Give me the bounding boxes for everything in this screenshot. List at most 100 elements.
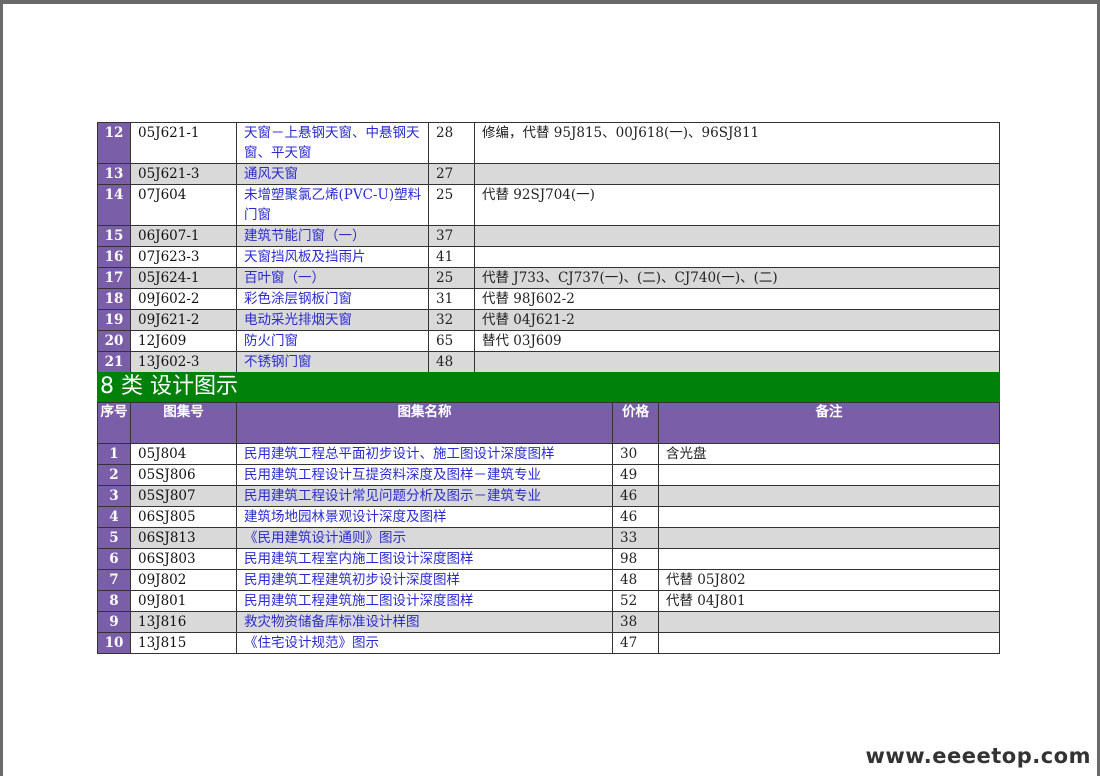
price: 37 [428,225,475,247]
table-row: 14 07J604 未增塑聚氯乙烯(PVC-U)塑料门窗 25 代替 92SJ704(一… [97,184,1000,226]
remark [658,464,1000,486]
header-remark: 备注 [658,402,1000,444]
row-number: 9 [97,611,131,633]
price: 28 [428,122,475,164]
table-row: 15 06J607-1 建筑节能门窗（一） 37 [97,225,1000,247]
price: 65 [428,330,475,352]
atlas-code: 13J816 [130,611,237,633]
remark [658,527,1000,549]
atlas-name: 民用建筑工程室内施工图设计深度图样 [236,548,613,570]
table-row: 16 07J623-3 天窗挡风板及挡雨片 41 [97,246,1000,268]
row-number: 16 [97,246,131,268]
remark: 修编，代替 95J815、00J618(一)、96SJ811 [474,122,1000,164]
row-number: 18 [97,288,131,310]
table-row: 12 05J621-1 天窗－上悬钢天窗、中悬钢天窗、平天窗 28 修编，代替 95J8… [97,122,1000,164]
table-row: 10 13J815 《住宅设计规范》图示 47 [97,632,1000,654]
atlas-code: 06J607-1 [130,225,237,247]
row-number: 12 [97,122,131,164]
atlas-code: 05SJ806 [130,464,237,486]
header-no: 序号 [97,402,131,444]
atlas-name: 彩色涂层钢板门窗 [236,288,429,310]
price: 25 [428,267,475,289]
price: 52 [612,590,659,612]
price: 48 [428,351,475,373]
atlas-code: 05SJ807 [130,485,237,507]
remark: 代替 J733、CJ737(一)、(二)、CJ740(一)、(二) [474,267,1000,289]
atlas-code: 09J802 [130,569,237,591]
price: 27 [428,163,475,185]
header-name: 图集名称 [236,402,613,444]
row-number: 4 [97,506,131,528]
remark [658,611,1000,633]
table-row: 18 09J602-2 彩色涂层钢板门窗 31 代替 98J602-2 [97,288,1000,310]
price: 41 [428,246,475,268]
atlas-name: 防火门窗 [236,330,429,352]
atlas-name: 通风天窗 [236,163,429,185]
remark [658,506,1000,528]
atlas-name: 建筑节能门窗（一） [236,225,429,247]
price: 30 [612,443,659,465]
atlas-name: 天窗－上悬钢天窗、中悬钢天窗、平天窗 [236,122,429,164]
remark: 代替 04J801 [658,590,1000,612]
atlas-name: 不锈钢门窗 [236,351,429,373]
atlas-name: 建筑场地园林景观设计深度及图样 [236,506,613,528]
table-row: 2 05SJ806 民用建筑工程设计互提资料深度及图样－建筑专业 49 [97,464,1000,486]
row-number: 1 [97,443,131,465]
table-row: 8 09J801 民用建筑工程建筑施工图设计深度图样 52 代替 04J801 [97,590,1000,612]
row-number: 14 [97,184,131,226]
table-row: 9 13J816 救灾物资储备库标准设计样图 38 [97,611,1000,633]
remark [474,351,1000,373]
atlas-code: 13J602-3 [130,351,237,373]
row-number: 6 [97,548,131,570]
atlas-name: 电动采光排烟天窗 [236,309,429,331]
remark [474,225,1000,247]
atlas-code: 13J815 [130,632,237,654]
catalog-table-windows: 12 05J621-1 天窗－上悬钢天窗、中悬钢天窗、平天窗 28 修编，代替 95J8… [97,122,1000,373]
remark: 代替 05J802 [658,569,1000,591]
row-number: 17 [97,267,131,289]
table-row: 21 13J602-3 不锈钢门窗 48 [97,351,1000,373]
atlas-code: 07J604 [130,184,237,226]
price: 31 [428,288,475,310]
table-row: 4 06SJ805 建筑场地园林景观设计深度及图样 46 [97,506,1000,528]
row-number: 13 [97,163,131,185]
remark [474,163,1000,185]
remark: 代替 04J621-2 [474,309,1000,331]
atlas-code: 06SJ803 [130,548,237,570]
atlas-name: 民用建筑工程设计互提资料深度及图样－建筑专业 [236,464,613,486]
remark: 代替 98J602-2 [474,288,1000,310]
price: 33 [612,527,659,549]
row-number: 10 [97,632,131,654]
remark: 代替 92SJ704(一) [474,184,1000,226]
atlas-name: 救灾物资储备库标准设计样图 [236,611,613,633]
header-price: 价格 [612,402,659,444]
atlas-code: 12J609 [130,330,237,352]
price: 46 [612,506,659,528]
atlas-code: 09J801 [130,590,237,612]
table-row: 20 12J609 防火门窗 65 替代 03J609 [97,330,1000,352]
row-number: 5 [97,527,131,549]
atlas-code: 05J624-1 [130,267,237,289]
table-row: 17 05J624-1 百叶窗（一） 25 代替 J733、CJ737(一)、(二)、C… [97,267,1000,289]
price: 49 [612,464,659,486]
table-row: 7 09J802 民用建筑工程建筑初步设计深度图样 48 代替 05J802 [97,569,1000,591]
row-number: 15 [97,225,131,247]
table-row: 5 06SJ813 《民用建筑设计通则》图示 33 [97,527,1000,549]
atlas-code: 05J804 [130,443,237,465]
atlas-name: 天窗挡风板及挡雨片 [236,246,429,268]
table-row: 6 06SJ803 民用建筑工程室内施工图设计深度图样 98 [97,548,1000,570]
atlas-name: 民用建筑工程设计常见问题分析及图示－建筑专业 [236,485,613,507]
atlas-code: 05J621-1 [130,122,237,164]
row-number: 7 [97,569,131,591]
atlas-code: 07J623-3 [130,246,237,268]
atlas-code: 05J621-3 [130,163,237,185]
row-number: 21 [97,351,131,373]
table-header-row: 序号 图集号 图集名称 价格 备注 [97,402,1000,444]
row-number: 8 [97,590,131,612]
remark [474,246,1000,268]
table-row: 1 05J804 民用建筑工程总平面初步设计、施工图设计深度图样 30 含光盘 [97,443,1000,465]
price: 32 [428,309,475,331]
row-number: 2 [97,464,131,486]
table-row: 13 05J621-3 通风天窗 27 [97,163,1000,185]
atlas-code: 06SJ813 [130,527,237,549]
